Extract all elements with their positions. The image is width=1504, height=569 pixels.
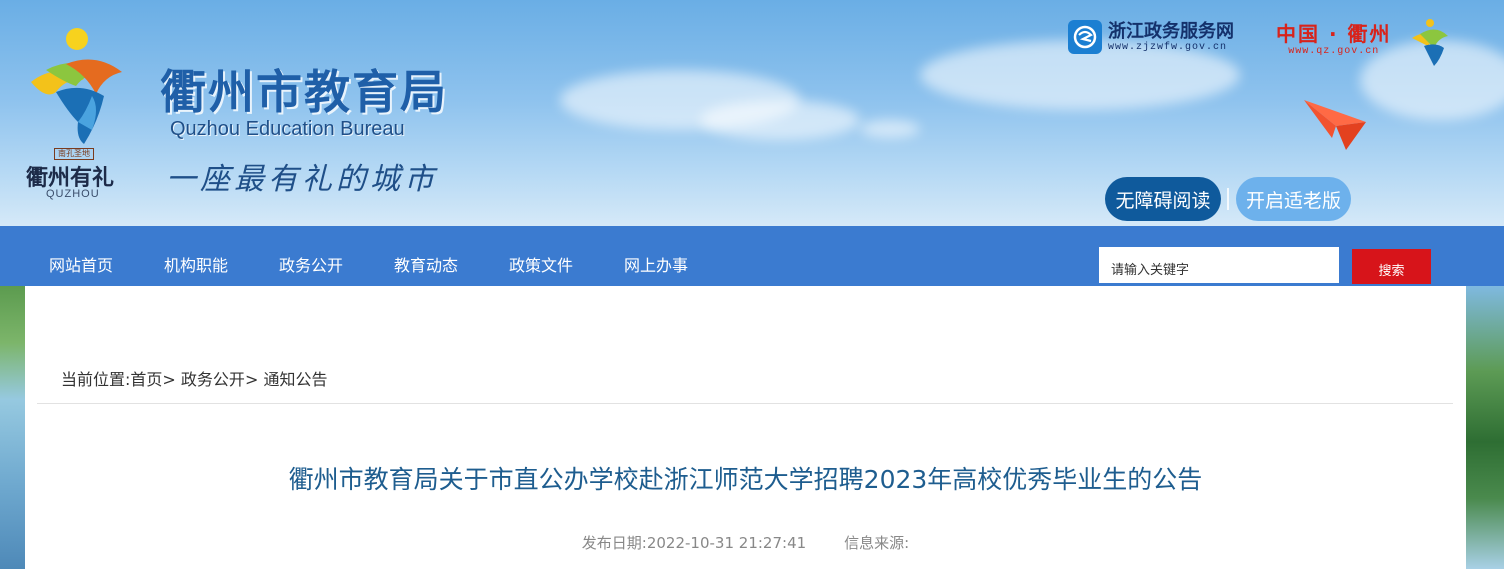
nav-item-label: 政务公开 [279,256,344,275]
hands-emblem-icon [31,59,122,144]
nav-item-policy-files[interactable]: 政策文件 [509,226,573,286]
breadcrumb-home[interactable]: 首页 [130,370,162,389]
emblem-seal: 南孔圣地 [54,148,94,160]
qz-gov-link[interactable]: 中国 · 衢州 www.qz.gov.cn [1276,22,1392,57]
breadcrumb-separator: > [162,370,176,389]
scenery-right [1466,286,1504,569]
nav-item-public-affairs[interactable]: 政务公开 [279,226,343,286]
nav-item-home[interactable]: 网站首页 [49,226,113,286]
breadcrumb-notices[interactable]: 通知公告 [263,370,327,389]
search-input[interactable] [1099,247,1339,283]
breadcrumb-prefix: 当前位置: [61,370,131,389]
zjzwfw-url: www.zjzwfw.gov.cn [1108,41,1228,53]
site-title: 衢州市教育局 [160,65,448,119]
content-panel: 当前位置:首页> 政务公开> 通知公告 衢州市教育局关于市直公办学校赴浙江师范大… [25,286,1466,569]
source-label: 信息来源: [844,534,910,552]
article-meta: 发布日期:2022-10-31 21:27:41 信息来源: [25,532,1466,553]
qz-gov-name: 中国 · 衢州 [1276,22,1392,46]
emblem-pinyin: QUZHOU [46,188,100,200]
scenery-left [0,286,25,569]
elder-mode-button[interactable]: 开启适老版 [1236,177,1351,221]
zjzwfw-link[interactable]: 浙江政务服务网 www.zjzwfw.gov.cn [1068,20,1234,54]
quzhou-mini-logo-icon [1412,19,1448,66]
zjzwfw-logo-icon [1068,20,1102,54]
nav-item-label: 机构职能 [164,256,229,275]
nav-item-education-news[interactable]: 教育动态 [394,226,458,286]
nav-item-label: 网站首页 [49,256,114,275]
nav-item-online-services[interactable]: 网上办事 [624,226,688,286]
breadcrumb-separator: > [244,370,259,389]
site-title-english: Quzhou Education Bureau [170,118,405,140]
accessible-reading-button[interactable]: 无障碍阅读 [1105,177,1221,221]
publish-date-label: 发布日期: [581,534,647,552]
breadcrumb-divider [37,403,1453,404]
nav-item-institution[interactable]: 机构职能 [164,226,228,286]
site-header: 南孔圣地 衢州有礼 QUZHOU 衢州市教育局 Quzhou Education… [0,0,1504,226]
nav-item-label: 政策文件 [509,256,574,275]
breadcrumb: 当前位置:首页> 政务公开> 通知公告 [61,366,327,390]
nav-item-label: 教育动态 [394,256,459,275]
qz-gov-url: www.qz.gov.cn [1288,46,1380,57]
breadcrumb-public-affairs[interactable]: 政务公开 [181,370,245,389]
publish-date: 2022-10-31 21:27:41 [646,534,807,552]
quzhou-emblem: 南孔圣地 衢州有礼 QUZHOU [22,22,132,202]
search-button[interactable]: 搜索 [1352,249,1431,284]
button-divider [1227,188,1229,210]
cloud-decoration [700,100,860,140]
nav-item-label: 网上办事 [624,256,689,275]
article-title: 衢州市教育局关于市直公办学校赴浙江师范大学招聘2023年高校优秀毕业生的公告 [288,465,1203,494]
site-slogan: 一座最有礼的城市 [166,162,438,197]
paper-plane-icon [1304,100,1366,150]
cloud-decoration [860,120,920,138]
zjzwfw-name: 浙江政务服务网 [1108,20,1234,42]
sun-icon [66,28,88,50]
